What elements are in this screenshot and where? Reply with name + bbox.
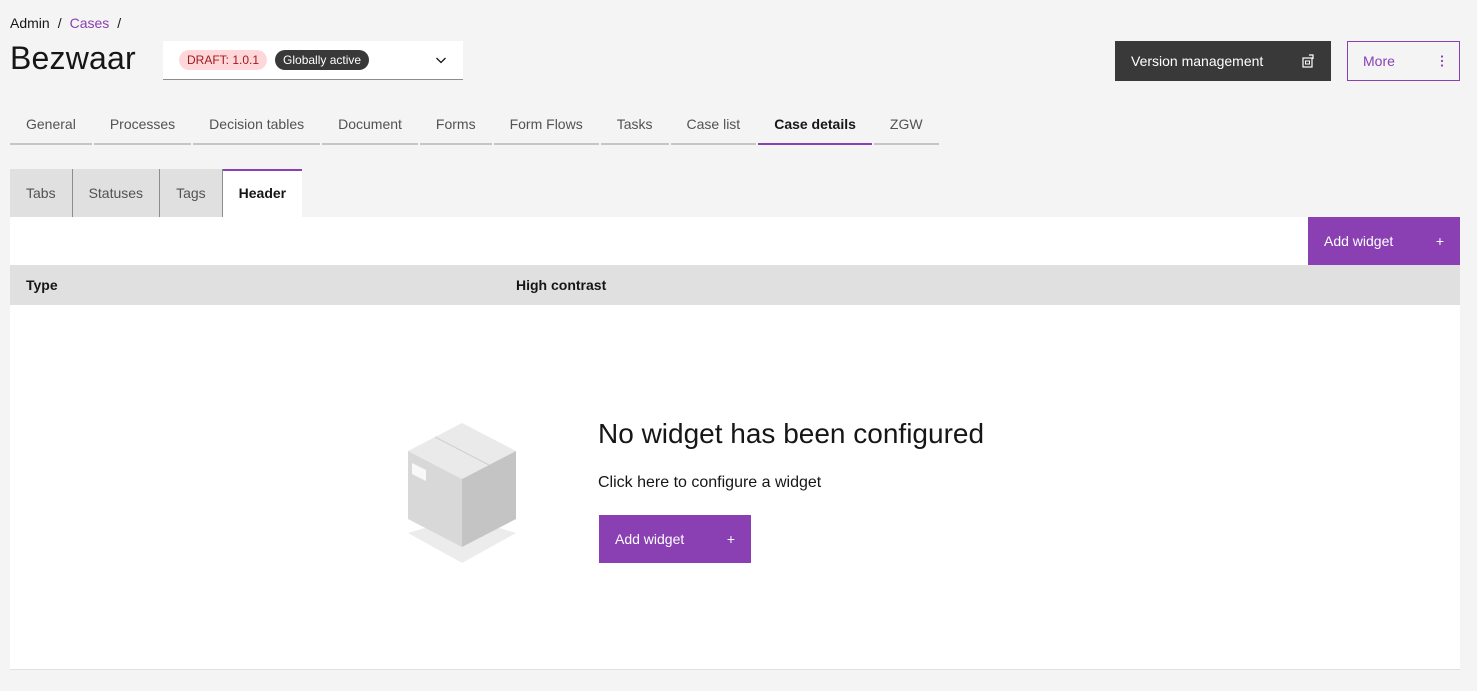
subtab-header[interactable]: Header (222, 169, 303, 217)
tab-document[interactable]: Document (322, 105, 418, 145)
draft-version-tag: DRAFT: 1.0.1 (179, 50, 268, 70)
breadcrumb: Admin / Cases / (10, 15, 121, 31)
table-header: Type High contrast (10, 265, 1460, 305)
add-icon: + (1435, 233, 1444, 249)
add-widget-label: Add widget (615, 531, 685, 547)
main-tabs: General Processes Decision tables Docume… (10, 105, 941, 145)
version-management-button[interactable]: Version management (1115, 41, 1331, 81)
empty-box-icon (408, 423, 516, 563)
empty-state-subtitle: Click here to configure a widget (598, 474, 822, 491)
breadcrumb-cases-link[interactable]: Cases (70, 15, 110, 31)
tab-form-flows[interactable]: Form Flows (493, 105, 599, 145)
more-label: More (1363, 53, 1395, 69)
tab-tasks[interactable]: Tasks (600, 105, 669, 145)
add-widget-label: Add widget (1324, 233, 1394, 249)
breadcrumb-separator: / (57, 15, 62, 31)
breadcrumb-admin: Admin (10, 15, 50, 31)
tab-forms[interactable]: Forms (419, 105, 492, 145)
tab-general[interactable]: General (10, 105, 92, 145)
version-management-label: Version management (1131, 53, 1264, 69)
sub-tabs: Tabs Statuses Tags Header (10, 169, 303, 217)
subtab-tags[interactable]: Tags (160, 169, 223, 217)
overflow-menu-icon (1440, 55, 1444, 67)
empty-state-title: No widget has been configured (598, 418, 985, 449)
empty-state: No widget has been configured Click here… (10, 305, 1460, 670)
tab-zgw[interactable]: ZGW (873, 105, 939, 145)
page-title: Bezwaar (10, 40, 136, 76)
tab-case-list[interactable]: Case list (670, 105, 757, 145)
version-select[interactable]: DRAFT: 1.0.1 Globally active (163, 41, 463, 80)
column-header-type: Type (26, 277, 58, 293)
column-header-high-contrast: High contrast (516, 277, 607, 293)
tab-processes[interactable]: Processes (93, 105, 192, 145)
breadcrumb-separator: / (117, 15, 122, 31)
version-management-icon (1302, 54, 1314, 68)
chevron-down-icon (436, 57, 446, 64)
subtab-tabs[interactable]: Tabs (10, 169, 73, 217)
widget-table: Add widget + Type High contrast No widge… (10, 217, 1460, 670)
add-icon: + (726, 531, 735, 547)
more-button[interactable]: More (1347, 41, 1460, 81)
globally-active-tag: Globally active (275, 50, 370, 70)
subtab-statuses[interactable]: Statuses (72, 169, 161, 217)
add-widget-button[interactable]: Add widget + (1308, 217, 1460, 265)
tab-decision-tables[interactable]: Decision tables (193, 105, 321, 145)
table-toolbar: Add widget + (10, 217, 1460, 265)
page: Admin / Cases / Bezwaar DRAFT: 1.0.1 Glo… (0, 0, 1477, 691)
empty-add-widget-button[interactable]: Add widget + (599, 515, 751, 563)
tab-case-details[interactable]: Case details (758, 105, 872, 145)
